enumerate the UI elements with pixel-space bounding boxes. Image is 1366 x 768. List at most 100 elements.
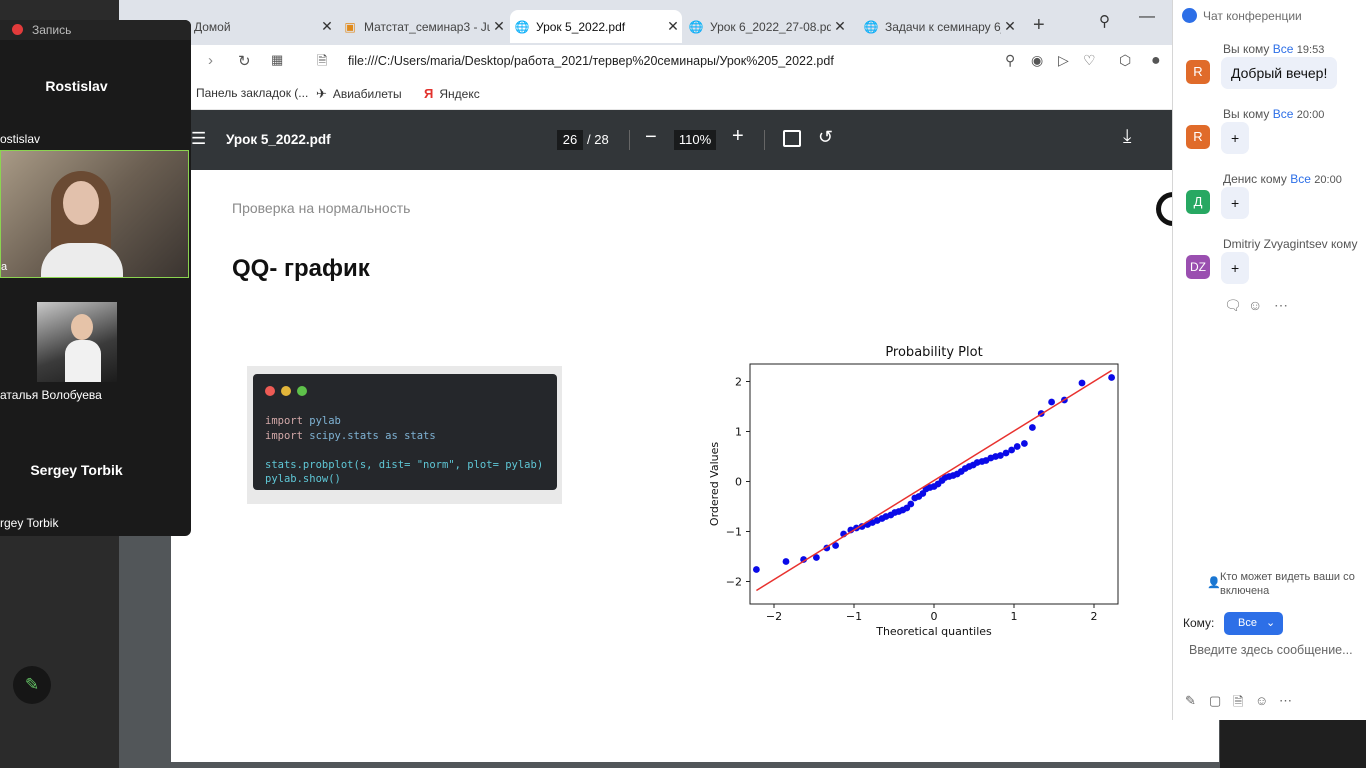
address-bar: › ↻ ▦ 🗎 file:///C:/Users/maria/Desktop/р…: [119, 45, 1220, 79]
url-field[interactable]: file:///C:/Users/maria/Desktop/работа_20…: [348, 54, 834, 68]
minimize-button[interactable]: —: [1139, 8, 1155, 26]
screen: ◯ ••• O Домой ✕ ▣ Матстат_семинар3 - Jup…: [0, 0, 1366, 768]
toolbar-divider: [629, 130, 630, 150]
data-point: [1078, 379, 1086, 387]
new-tab-button[interactable]: +: [1033, 14, 1045, 37]
message-meta: Dmitriy Zvyagintsev кому: [1223, 237, 1357, 251]
bookmark-aviabilety[interactable]: ✈ Авиабилеты: [316, 86, 402, 102]
x-axis-label: Theoretical quantiles: [875, 625, 992, 638]
slide-heading: QQ- график: [232, 255, 370, 282]
message-input[interactable]: Введите здесь сообщение...: [1189, 643, 1353, 657]
record-icon: [12, 24, 23, 35]
tab-label: Урок 5_2022.pdf: [536, 19, 626, 34]
message-time: 19:53: [1296, 44, 1325, 56]
file-icon[interactable]: 🗎: [1233, 693, 1243, 715]
bookmarks-panel-link[interactable]: Панель закладок (...: [196, 86, 308, 100]
tab-lesson5-pdf[interactable]: 🌐 Урок 5_2022.pdf ✕: [510, 10, 682, 43]
message-bubble: +: [1221, 187, 1250, 219]
participant-avatar: [37, 302, 117, 382]
message-time: 20:00: [1314, 174, 1342, 186]
page-total: / 28: [587, 132, 609, 147]
chevron-down-icon: ⌄: [1266, 617, 1276, 629]
window-dots: [265, 386, 307, 396]
avatar: DZ: [1186, 255, 1210, 279]
tab-home[interactable]: O Домой ✕: [166, 10, 336, 43]
y-tick-label: −2: [726, 576, 742, 589]
avatar: R: [1186, 60, 1210, 84]
code-text: import pylab import scipy.stats as stats…: [265, 414, 543, 487]
close-icon[interactable]: ✕: [664, 18, 682, 35]
tab-label: Задачи к семинару 6_2: [885, 19, 1001, 34]
emoji-icon[interactable]: ☺: [1255, 693, 1268, 708]
x-tick-label: −2: [766, 610, 782, 623]
close-icon[interactable]: ✕: [318, 18, 336, 35]
more-icon[interactable]: ⋯: [1279, 693, 1292, 709]
participant-name: Sergey Torbik: [30, 462, 123, 478]
format-icon[interactable]: ✎: [1185, 693, 1196, 709]
zoom-level-input[interactable]: 110%: [674, 130, 716, 150]
heart-icon[interactable]: ♡: [1083, 52, 1096, 69]
yellow-dot-icon: [281, 386, 291, 396]
zoom-out-button[interactable]: −: [645, 126, 657, 149]
participants-panel: Запись Rostislav ostislav а аталья Волоб…: [0, 20, 191, 536]
reload-icon[interactable]: ↻: [238, 52, 251, 70]
camera-icon[interactable]: ◉: [1031, 52, 1043, 69]
download-icon[interactable]: ⤓: [1123, 126, 1131, 148]
red-dot-icon: [265, 386, 275, 396]
emoji-react-icon[interactable]: ☺: [1248, 297, 1262, 313]
data-point: [1108, 374, 1115, 381]
message-to: Все: [1272, 42, 1294, 56]
grid-icon[interactable]: ▦: [271, 52, 283, 68]
message-bubble: +: [1221, 252, 1250, 284]
x-tick-label: 2: [1091, 610, 1098, 623]
toolbar-divider: [764, 130, 765, 150]
close-icon[interactable]: ✕: [1001, 18, 1019, 35]
rotate-icon[interactable]: ↺: [818, 127, 833, 148]
reply-icon[interactable]: 🗨: [1224, 297, 1242, 314]
send-icon[interactable]: ▷: [1058, 52, 1069, 69]
fit-page-icon[interactable]: [783, 130, 801, 147]
recording-label: Запись: [32, 23, 72, 37]
more-options-icon[interactable]: ⋯: [1274, 297, 1288, 314]
chart-svg: Probability Plot −2 −1 0 1 2 −2 −1 0 1 2 Theoretica…: [708, 345, 1119, 638]
recipient-value: Все: [1238, 617, 1257, 629]
message-bubble: +: [1221, 122, 1250, 154]
tab-lesson6-pdf[interactable]: 🌐 Урок 6_2022_27-08.pdf ✕: [684, 10, 849, 43]
recipient-label: Кому:: [1183, 616, 1215, 630]
y-axis-label: Ordered Values: [708, 442, 721, 526]
tab-label: Урок 6_2022_27-08.pdf: [710, 19, 831, 34]
zoom-icon[interactable]: ⚲: [1005, 52, 1015, 69]
message-meta: Денис кому Все 20:00: [1223, 172, 1342, 186]
bookmarks-bar: Панель закладок (... ✈ Авиабилеты Я Янде…: [119, 79, 1220, 110]
recipient-select[interactable]: Все ⌄: [1224, 612, 1283, 635]
bookmark-yandex[interactable]: Я Яндекс: [424, 86, 480, 101]
participant-caption: rgey Torbik: [0, 516, 59, 530]
x-tick-label: 0: [931, 610, 938, 623]
active-speaker-video[interactable]: а: [0, 150, 189, 278]
data-point: [753, 566, 760, 573]
globe-icon: 🌐: [863, 19, 879, 34]
close-icon[interactable]: ✕: [490, 18, 508, 35]
video-feed: [63, 181, 99, 225]
airplane-icon: ✈: [316, 86, 327, 101]
forward-icon[interactable]: ›: [208, 52, 213, 69]
tab-jupyter[interactable]: ▣ Матстат_семинар3 - Jupyter Noteb ✕: [338, 10, 508, 43]
browser-window: O Домой ✕ ▣ Матстат_семинар3 - Jupyter N…: [119, 0, 1220, 768]
search-icon[interactable]: ⚲: [1099, 12, 1110, 30]
tab-tasks[interactable]: 🌐 Задачи к семинару 6_2 ✕: [859, 10, 1019, 43]
pen-icon[interactable]: ✎: [13, 666, 51, 704]
bookmark-label: Яндекс: [439, 86, 480, 101]
notebook-icon: ▣: [344, 19, 356, 34]
screenshot-icon[interactable]: ▢: [1209, 693, 1221, 709]
page-number-input[interactable]: 26: [557, 130, 583, 150]
zoom-in-button[interactable]: +: [732, 125, 744, 148]
pdf-title: Урок 5_2022.pdf: [226, 132, 331, 147]
box-icon[interactable]: ⬡: [1119, 52, 1131, 69]
participant-caption: ostislav: [0, 132, 41, 146]
globe-icon: 🌐: [514, 19, 530, 34]
menu-icon[interactable]: ☰: [191, 129, 206, 149]
close-icon[interactable]: ✕: [831, 18, 849, 35]
avatar: R: [1186, 125, 1210, 149]
code-rest: scipy.stats as stats: [302, 429, 436, 442]
profile-icon[interactable]: ●: [1151, 52, 1161, 70]
